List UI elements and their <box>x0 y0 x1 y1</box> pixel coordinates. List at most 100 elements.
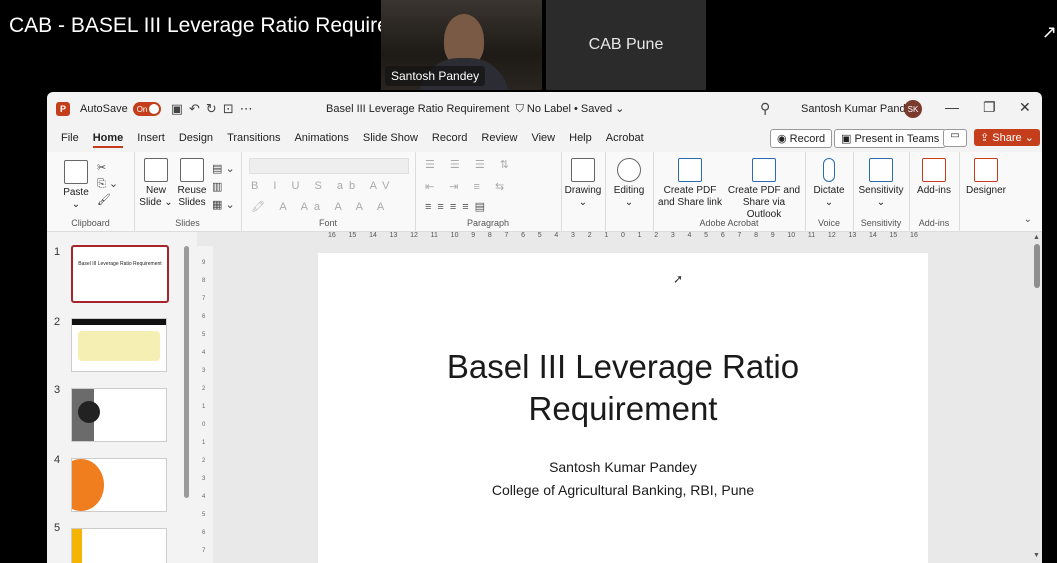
thumbnail-scrollbar[interactable] <box>184 246 189 498</box>
customize-qat-icon[interactable]: ⋯ <box>240 101 259 116</box>
presenter-name-label: Santosh Pandey <box>385 66 486 86</box>
slide-title[interactable]: Basel III Leverage Ratio Requirement <box>318 346 928 430</box>
slide-thumbnail-2[interactable] <box>71 318 167 372</box>
ruler-tick: 4 <box>202 494 206 500</box>
align-icons[interactable]: ≡≡≡≡▤ <box>425 200 491 213</box>
autosave-toggle[interactable]: On <box>132 102 161 116</box>
thumb-title: Basel III Leverage Ratio Requirement <box>78 261 162 267</box>
slide-title-line-1: Basel III Leverage Ratio <box>446 348 800 385</box>
presenter-video-tile[interactable]: Santosh Pandey <box>381 0 542 90</box>
shield-icon: ⛉ <box>515 103 524 115</box>
designer-button[interactable]: Designer <box>963 158 1009 197</box>
tab-transitions[interactable]: Transitions <box>227 128 280 148</box>
magnifier-icon <box>617 158 641 182</box>
slide-thumbnail-5[interactable] <box>71 528 167 563</box>
ruler-tick: 9 <box>471 232 476 239</box>
share-button[interactable]: ⇪ Share ⌄ <box>974 129 1040 146</box>
tab-slide-show[interactable]: Slide Show <box>363 128 418 148</box>
editing-button[interactable]: Editing ⌄ <box>609 158 649 209</box>
font-color-icons[interactable]: 🖍 A Aa A A A <box>251 200 390 213</box>
editing-label: Editing <box>613 185 645 196</box>
drawing-shapes-icon <box>571 158 595 182</box>
present-in-teams-button[interactable]: ▣ Present in Teams <box>834 129 947 148</box>
close-icon[interactable]: ✕ <box>1019 99 1031 116</box>
indent-icons[interactable]: ⇤ ⇥ ≡ ⇆ <box>425 180 510 193</box>
ruler-tick: 5 <box>202 512 206 518</box>
ribbon: Paste ⌄ ✂ ⎘ ⌄ 🖌 Clipboard New Slide ⌄ Reuse… <box>47 152 1042 232</box>
present-icon[interactable]: ⊡ <box>223 101 240 116</box>
ruler-tick: 7 <box>202 296 206 302</box>
font-format-icons[interactable]: B I U S ab AV <box>251 180 395 192</box>
slide-thumbnails-panel: 1 Basel III Leverage Ratio Requirement 2… <box>47 232 197 563</box>
tab-home[interactable]: Home <box>92 128 124 148</box>
drawing-button[interactable]: Drawing ⌄ <box>563 158 603 209</box>
create-pdf-share-link-button[interactable]: Create PDF and Share link <box>657 158 723 209</box>
microphone-icon <box>823 158 835 182</box>
autosave-state: On <box>136 104 148 114</box>
thumb-number: 4 <box>54 454 61 466</box>
adobe-acrobat-group: Create PDF and Share link Create PDF and… <box>653 152 806 231</box>
slide-scrollbar[interactable] <box>1034 244 1040 288</box>
slide-layout-icons[interactable]: ▤ ⌄ ▥ ▦ ⌄ <box>212 160 235 214</box>
paste-button[interactable]: Paste ⌄ <box>59 160 93 211</box>
sensitivity-icon <box>869 158 893 182</box>
ruler-tick: 7 <box>737 232 742 239</box>
create-pdf-outlook-button[interactable]: Create PDF and Share via Outlook <box>725 158 803 221</box>
clipboard-small-icons[interactable]: ✂ ⎘ ⌄ 🖌 <box>97 160 118 208</box>
ruler-tick: 0 <box>620 232 625 239</box>
record-label: Record <box>789 133 826 145</box>
designer-icon <box>974 158 998 182</box>
tab-help[interactable]: Help <box>569 128 592 148</box>
redo-icon[interactable]: ↻ <box>206 101 223 116</box>
horizontal-ruler: 16 15 14 13 12 11 10 9 8 7 6 5 4 3 2 1 0… <box>318 232 928 244</box>
quick-access-toolbar[interactable]: ▣↶↻⊡⋯ <box>171 101 259 117</box>
slide-thumbnail-1[interactable]: Basel III Leverage Ratio Requirement <box>71 245 169 303</box>
search-icon[interactable]: ⚲ <box>760 100 770 117</box>
tab-record[interactable]: Record <box>432 128 467 148</box>
tab-animations[interactable]: Animations <box>294 128 348 148</box>
tab-view[interactable]: View <box>531 128 555 148</box>
new-slide-button[interactable]: New Slide ⌄ <box>138 158 174 209</box>
avatar[interactable]: SK <box>904 100 922 118</box>
minimize-icon[interactable]: — <box>945 99 959 115</box>
document-title[interactable]: Basel III Leverage Ratio Requirement ⛉ N… <box>326 102 624 116</box>
dictate-button[interactable]: Dictate ⌄ <box>809 158 849 209</box>
reuse-slides-button[interactable]: Reuse Slides <box>174 158 210 209</box>
label-status: No Label • Saved <box>526 103 613 115</box>
save-icon[interactable]: ▣ <box>171 101 189 116</box>
addins-group: Add-ins Add-ins <box>909 152 960 231</box>
tab-file[interactable]: File <box>61 128 79 148</box>
share-screen-icon[interactable]: ↗ <box>1042 22 1057 43</box>
tab-acrobat[interactable]: Acrobat <box>606 128 644 148</box>
ruler-tick: 9 <box>202 260 206 266</box>
paragraph-group: ☰ ☰ ☰ ⇅ ⇤ ⇥ ≡ ⇆ ≡≡≡≡▤ Paragraph <box>415 152 562 231</box>
user-name[interactable]: Santosh Kumar Pandey <box>801 103 917 115</box>
slide-thumbnail-4[interactable] <box>71 458 167 512</box>
sensitivity-button[interactable]: Sensitivity ⌄ <box>855 158 907 209</box>
scroll-up-icon[interactable]: ▲ <box>1033 234 1040 241</box>
tab-review[interactable]: Review <box>481 128 517 148</box>
participant-tile-cab-pune[interactable]: CAB Pune <box>546 0 706 90</box>
slide-thumbnail-3[interactable] <box>71 388 167 442</box>
tab-design[interactable]: Design <box>179 128 213 148</box>
reuse-slides-icon <box>180 158 204 182</box>
ruler-tick: 3 <box>202 476 206 482</box>
restore-icon[interactable]: ❐ <box>983 99 996 116</box>
ribbon-collapse-icon[interactable]: ⌄ <box>1024 214 1032 225</box>
slide-author[interactable]: Santosh Kumar Pandey <box>318 459 928 475</box>
ruler-tick: 5 <box>537 232 542 239</box>
scroll-down-icon[interactable]: ▼ <box>1033 552 1040 559</box>
addins-grid-icon <box>922 158 946 182</box>
tab-insert[interactable]: Insert <box>137 128 165 148</box>
list-icons[interactable]: ☰ ☰ ☰ ⇅ <box>425 158 515 171</box>
slide-canvas[interactable]: Basel III Leverage Ratio Requirement San… <box>318 253 928 563</box>
font-name-box[interactable] <box>249 158 409 174</box>
comments-button[interactable]: ▭ <box>943 129 967 147</box>
undo-icon[interactable]: ↶ <box>189 101 206 116</box>
ruler-tick: 13 <box>389 232 398 239</box>
font-group: B I U S ab AV 🖍 A Aa A A A Font <box>241 152 416 231</box>
powerpoint-window: P AutoSave On ▣↶↻⊡⋯ Basel III Leverage R… <box>47 92 1042 563</box>
addins-button[interactable]: Add-ins <box>913 158 955 197</box>
slide-organization[interactable]: College of Agricultural Banking, RBI, Pu… <box>318 482 928 498</box>
record-button[interactable]: ◉ Record <box>770 129 833 148</box>
